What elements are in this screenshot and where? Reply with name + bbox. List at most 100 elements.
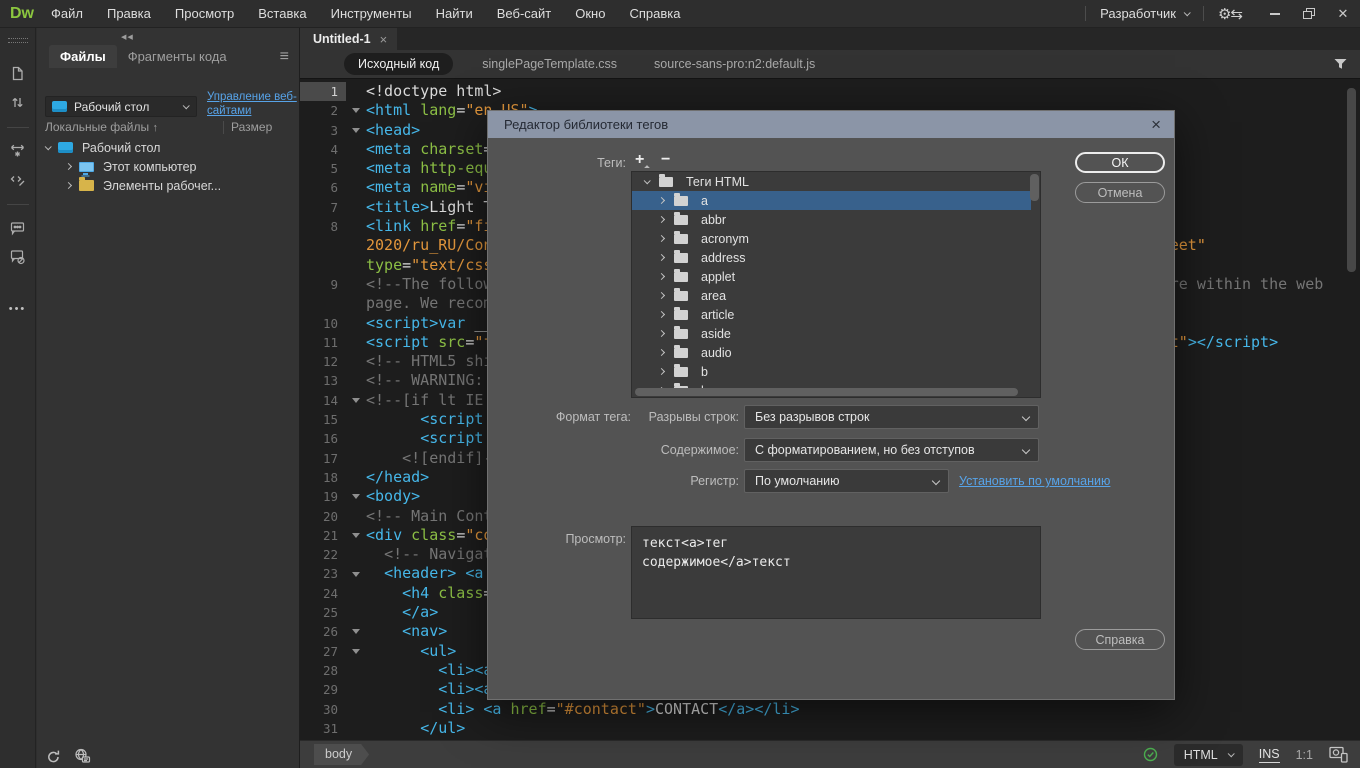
chevron-right-icon[interactable] xyxy=(658,368,665,375)
minimize-icon xyxy=(1270,13,1280,15)
line-breaks-select[interactable]: Без разрывов строк xyxy=(744,405,1039,429)
chevron-right-icon[interactable] xyxy=(658,273,665,280)
realtime-preview-icon[interactable] xyxy=(1329,746,1348,763)
chevron-right-icon[interactable] xyxy=(658,292,665,299)
manage-sites-link[interactable]: Управление веб-сайтами xyxy=(207,90,311,118)
menu-item[interactable]: Справка xyxy=(629,6,680,21)
fold-marker-icon[interactable] xyxy=(346,642,366,661)
tree-horizontal-scrollbar[interactable] xyxy=(635,388,1018,396)
dialog-tree-item[interactable]: b xyxy=(632,362,1031,381)
sync-settings-icon[interactable]: ⚙⇆ xyxy=(1218,5,1242,23)
fold-marker-icon[interactable] xyxy=(346,391,366,410)
minimize-button[interactable] xyxy=(1258,0,1292,28)
files-tree-row[interactable]: Рабочий стол xyxy=(37,138,299,157)
site-selector[interactable]: Рабочий стол xyxy=(45,96,197,117)
menu-item[interactable]: Веб-сайт xyxy=(497,6,551,21)
chevron-right-icon[interactable] xyxy=(658,330,665,337)
menu-item[interactable]: Правка xyxy=(107,6,151,21)
chevron-down-icon[interactable] xyxy=(45,143,52,150)
chevron-down-icon[interactable] xyxy=(644,177,651,184)
chevron-right-icon[interactable] xyxy=(658,235,665,242)
fold-marker-icon[interactable] xyxy=(346,564,366,583)
ok-button[interactable]: ОК xyxy=(1075,152,1165,173)
tab-snippets[interactable]: Фрагменты кода xyxy=(117,45,238,68)
fold-marker-icon[interactable] xyxy=(346,121,366,140)
remove-tag-button[interactable]: − xyxy=(661,152,670,168)
close-icon[interactable]: × xyxy=(1151,116,1161,133)
dialog-tree-item[interactable]: area xyxy=(632,286,1031,305)
language-selector[interactable]: HTML xyxy=(1174,744,1243,766)
filter-funnel-icon[interactable] xyxy=(1334,58,1347,71)
word-wrap-icon[interactable] xyxy=(9,142,26,159)
menu-item[interactable]: Найти xyxy=(436,6,473,21)
help-button[interactable]: Справка xyxy=(1075,629,1165,650)
add-tag-button[interactable]: + xyxy=(635,152,644,168)
files-tree-row[interactable]: Элементы рабочег... xyxy=(37,176,299,195)
remove-comment-icon[interactable] xyxy=(9,248,26,265)
dialog-tree-item[interactable]: a xyxy=(632,191,1031,210)
restore-button[interactable] xyxy=(1292,0,1326,28)
lint-ok-icon[interactable] xyxy=(1143,747,1158,762)
case-select[interactable]: По умолчанию xyxy=(744,469,949,493)
column-local-files[interactable]: Локальные файлы ↑ xyxy=(45,120,158,134)
open-documents-icon[interactable] xyxy=(9,65,26,82)
fold-marker-icon[interactable] xyxy=(346,487,366,506)
tree-vertical-scrollbar[interactable] xyxy=(1030,174,1039,201)
menu-item[interactable]: Вставка xyxy=(258,6,306,21)
close-document-icon[interactable]: × xyxy=(380,32,388,47)
related-file-source[interactable]: Исходный код xyxy=(344,53,453,75)
chevron-right-icon[interactable] xyxy=(658,349,665,356)
folder-icon xyxy=(674,367,688,377)
code-text: <nav> xyxy=(366,622,447,641)
collapse-panel-icon[interactable]: ◀◀ xyxy=(121,33,134,41)
dialog-tree-item[interactable]: article xyxy=(632,305,1031,324)
dialog-title-bar[interactable]: Редактор библиотеки тегов × xyxy=(488,111,1174,138)
site-log-icon[interactable] xyxy=(74,748,91,764)
toolbar-grip-handle[interactable] xyxy=(8,38,28,43)
fold-marker-icon[interactable] xyxy=(346,526,366,545)
chevron-right-icon[interactable] xyxy=(658,197,665,204)
file-management-icon[interactable] xyxy=(9,94,26,111)
set-default-link[interactable]: Установить по умолчанию xyxy=(959,474,1110,488)
dialog-tree-item[interactable]: aside xyxy=(632,324,1031,343)
panel-menu-icon[interactable]: ≡ xyxy=(280,48,289,66)
apply-comment-icon[interactable] xyxy=(9,219,26,236)
chevron-right-icon[interactable] xyxy=(65,182,72,189)
chevron-right-icon[interactable] xyxy=(658,311,665,318)
related-file[interactable]: singlePageTemplate.css xyxy=(482,57,617,71)
tag-selector-body[interactable]: body xyxy=(314,744,369,765)
refresh-icon[interactable] xyxy=(46,749,61,764)
line-number: 25 xyxy=(300,603,346,622)
chevron-right-icon[interactable] xyxy=(65,163,72,170)
format-source-code-icon[interactable] xyxy=(9,171,26,188)
close-button[interactable]: ✕ xyxy=(1326,0,1360,28)
fold-marker-icon[interactable] xyxy=(346,101,366,120)
menu-item[interactable]: Окно xyxy=(575,6,605,21)
files-tree-label: Рабочий стол xyxy=(82,141,160,155)
chevron-right-icon[interactable] xyxy=(658,254,665,261)
menu-item[interactable]: Инструменты xyxy=(331,6,412,21)
dialog-tree-item[interactable]: abbr xyxy=(632,210,1031,229)
column-size[interactable]: Размер xyxy=(231,120,272,134)
chevron-right-icon[interactable] xyxy=(658,216,665,223)
insert-mode-toggle[interactable]: INS xyxy=(1259,747,1280,763)
dialog-tree-item[interactable]: audio xyxy=(632,343,1031,362)
fold-marker-icon[interactable] xyxy=(346,622,366,641)
menu-item[interactable]: Просмотр xyxy=(175,6,234,21)
vertical-scrollbar[interactable] xyxy=(1347,88,1356,272)
dialog-tree-item[interactable]: acronym xyxy=(632,229,1031,248)
dialog-tree-item[interactable]: applet xyxy=(632,267,1031,286)
cancel-button[interactable]: Отмена xyxy=(1075,182,1165,203)
related-file[interactable]: source-sans-pro:n2:default.js xyxy=(654,57,815,71)
tab-files[interactable]: Файлы xyxy=(49,45,117,68)
toolbar-more-icon[interactable]: ••• xyxy=(9,303,27,315)
contents-label: Содержимое: xyxy=(609,443,739,457)
contents-select[interactable]: С форматированием, но без отступов xyxy=(744,438,1039,462)
column-divider[interactable] xyxy=(223,121,224,134)
dialog-tree-root[interactable]: Теги HTML xyxy=(632,172,1031,191)
files-tree-row[interactable]: Этот компьютер xyxy=(37,157,299,176)
document-tab[interactable]: Untitled-1 × xyxy=(300,28,397,50)
dialog-tree-item[interactable]: address xyxy=(632,248,1031,267)
menu-item[interactable]: Файл xyxy=(51,6,83,21)
workspace-switcher[interactable]: Разработчик xyxy=(1100,6,1189,21)
